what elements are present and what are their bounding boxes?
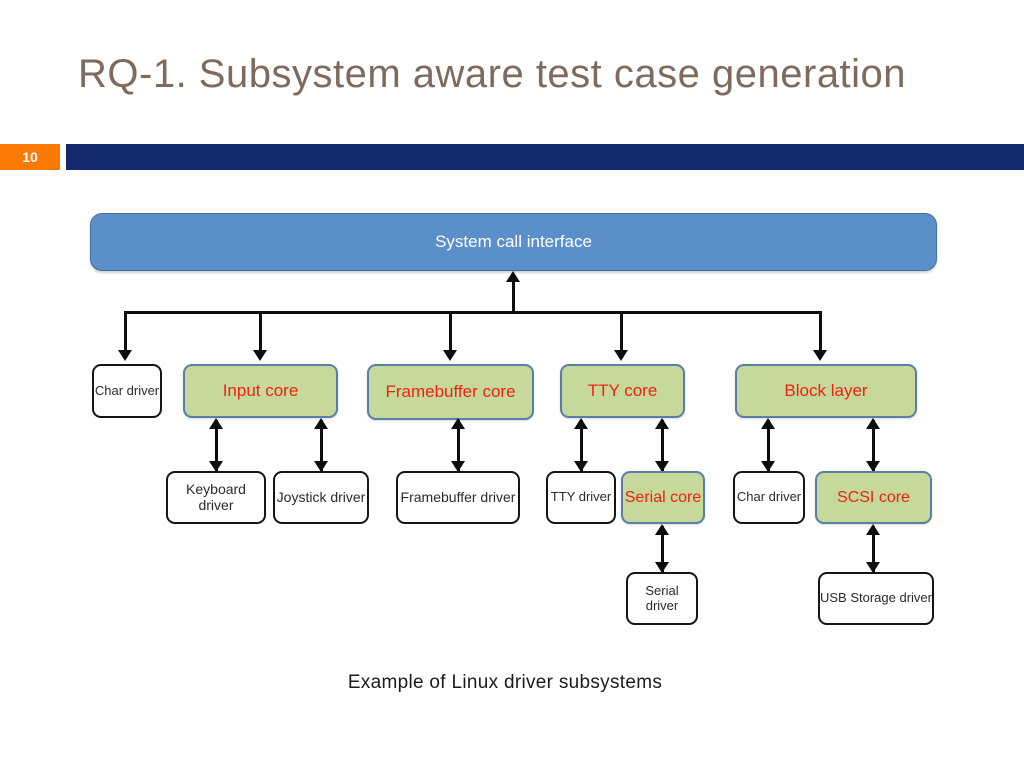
connector-bus-to-syscall	[512, 280, 515, 312]
page-number-badge: 10	[0, 144, 60, 170]
connector-distribution-bus	[124, 311, 822, 314]
node-usb-storage-driver[interactable]: USB Storage driver	[818, 572, 934, 625]
arrowhead-up-to-syscall	[506, 271, 520, 282]
arrowhead-up-input-core-joystick	[314, 418, 328, 429]
arrowhead-up-usb-storage	[866, 524, 880, 535]
arrowhead-down-tty-core	[614, 350, 628, 361]
node-char-driver-left[interactable]: Char driver	[92, 364, 162, 418]
arrowhead-down-char-driver	[118, 350, 132, 361]
node-input-core[interactable]: Input core	[183, 364, 338, 418]
node-scsi-core[interactable]: SCSI core	[815, 471, 932, 524]
node-serial-driver[interactable]: Serial driver	[626, 572, 698, 625]
arrowhead-up-scsi-core	[866, 418, 880, 429]
arrowhead-up-serial-core	[655, 418, 669, 429]
header-accent-bar	[66, 144, 1024, 170]
header-rule: 10	[0, 144, 1024, 170]
node-framebuffer-core[interactable]: Framebuffer core	[367, 364, 534, 420]
diagram-caption: Example of Linux driver subsystems	[347, 672, 663, 693]
node-system-call-interface[interactable]: System call interface	[90, 213, 937, 271]
node-framebuffer-driver[interactable]: Framebuffer driver	[396, 471, 520, 524]
node-char-driver-right[interactable]: Char driver	[733, 471, 805, 524]
arrowhead-up-char-driver-right	[761, 418, 775, 429]
node-tty-core[interactable]: TTY core	[560, 364, 685, 418]
connector-bus-to-framebuffer-core	[449, 311, 452, 351]
arrowhead-down-framebuffer-core	[443, 350, 457, 361]
page-title: RQ-1. Subsystem aware test case generati…	[78, 52, 907, 96]
arrowhead-down-input-core	[253, 350, 267, 361]
node-keyboard-driver[interactable]: Keyboard driver	[166, 471, 266, 524]
node-block-layer[interactable]: Block layer	[735, 364, 917, 418]
connector-bus-to-input-core	[259, 311, 262, 351]
node-tty-driver[interactable]: TTY driver	[546, 471, 616, 524]
linux-driver-subsystem-diagram: System call interface Char driver Input …	[0, 180, 1024, 680]
arrowhead-down-block-layer	[813, 350, 827, 361]
arrowhead-up-tty-driver	[574, 418, 588, 429]
arrowhead-up-serial-driver	[655, 524, 669, 535]
arrowhead-up-framebuffer	[451, 418, 465, 429]
connector-bus-to-tty-core	[620, 311, 623, 351]
arrowhead-up-input-core-keyboard	[209, 418, 223, 429]
node-joystick-driver[interactable]: Joystick driver	[273, 471, 369, 524]
node-serial-core[interactable]: Serial core	[621, 471, 705, 524]
connector-bus-to-char-driver	[124, 311, 127, 351]
connector-bus-to-block-layer	[819, 311, 822, 351]
